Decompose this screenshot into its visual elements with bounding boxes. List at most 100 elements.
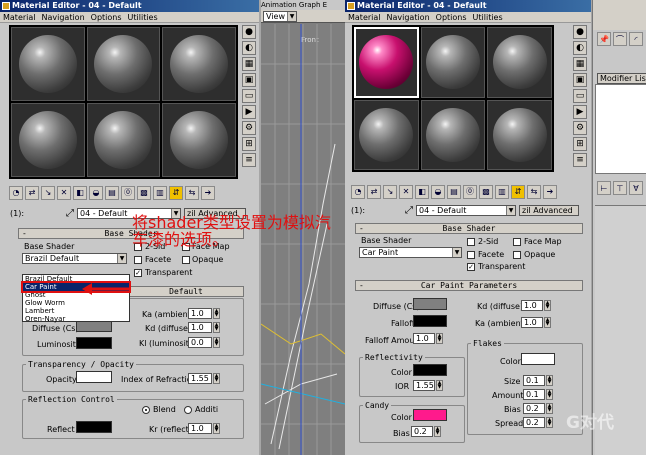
material-name-field[interactable]: 04 - Default ▼ <box>416 204 517 216</box>
sample-slot[interactable] <box>11 103 85 177</box>
get-material-icon[interactable]: ◔ <box>351 184 365 199</box>
go-sibling-icon[interactable]: ⇆ <box>185 185 199 200</box>
sample-slot[interactable] <box>86 103 161 177</box>
show-end-result-icon[interactable]: ▥ <box>153 185 167 200</box>
make-preview-icon[interactable]: ▶ <box>242 105 256 119</box>
kd-diffuse-input[interactable]: 1.0 <box>521 300 543 311</box>
sample-slot-active[interactable] <box>354 27 419 98</box>
kr-reflect-input[interactable]: 1.0 <box>188 423 212 434</box>
make-preview-icon[interactable]: ▶ <box>573 105 587 119</box>
kl-luminosity-input[interactable]: 0.0 <box>188 337 212 348</box>
spinner[interactable]: ▲ ▼ <box>546 389 553 400</box>
shader-type-button[interactable]: zil Advanced <box>519 204 580 216</box>
backlight-icon[interactable]: ◐ <box>573 41 587 55</box>
menu-options[interactable]: Options <box>433 12 470 22</box>
transparent-checkbox[interactable]: ✓ <box>134 269 142 277</box>
kd-diffuse-input[interactable]: 1.0 <box>188 322 212 333</box>
menu-utilities[interactable]: Utilities <box>125 12 161 22</box>
size-input[interactable]: 0.1 <box>523 375 545 386</box>
opacity-color-swatch[interactable] <box>76 371 112 383</box>
faceted-checkbox[interactable] <box>134 256 142 264</box>
spinner[interactable]: ▲ ▼ <box>213 322 220 333</box>
select-by-material-icon[interactable]: ⊞ <box>573 137 587 151</box>
sample-slot[interactable] <box>420 99 486 170</box>
car-paint-params-rollout[interactable]: - Car Paint Parameters <box>355 280 583 291</box>
base-shader-rollout[interactable]: - Base Shader <box>355 223 583 234</box>
go-sibling-icon[interactable]: ⇆ <box>527 184 541 199</box>
background-icon[interactable]: ▦ <box>242 57 256 71</box>
make-unique-icon[interactable]: ◒ <box>89 185 103 200</box>
sample-slot[interactable] <box>487 99 552 170</box>
menu-options[interactable]: Options <box>88 12 125 22</box>
spinner[interactable]: ▲ ▼ <box>213 423 220 434</box>
go-parent-icon[interactable]: ⇵ <box>511 184 525 199</box>
pick-material-icon[interactable]: ⤢ <box>405 205 413 216</box>
sample-type-icon[interactable]: ● <box>573 25 587 39</box>
spinner[interactable]: ▲ ▼ <box>546 417 553 428</box>
spinner[interactable]: ▲ ▼ <box>434 426 441 437</box>
modifier-list-select[interactable]: Modifier List <box>597 73 646 84</box>
ka-ambient-input[interactable]: 1.0 <box>188 308 212 319</box>
reflectivity-color-swatch[interactable] <box>413 364 447 376</box>
show-end-result-icon[interactable]: ▥ <box>495 184 509 199</box>
additive-radio[interactable] <box>184 406 192 414</box>
spinner[interactable]: ▲ ▼ <box>213 337 220 348</box>
dropdown-item[interactable]: Glow Worm <box>23 299 129 307</box>
menu-material[interactable]: Material <box>0 12 39 22</box>
put-to-scene-icon[interactable]: ⇄ <box>25 185 39 200</box>
options-icon[interactable]: ⚙ <box>242 121 256 135</box>
modify-icon[interactable]: ◜ <box>629 32 643 46</box>
make-unique-icon[interactable]: ∀ <box>629 181 643 195</box>
ior-input[interactable]: 1.55 <box>413 380 435 391</box>
two-sided-checkbox[interactable] <box>467 238 475 246</box>
sample-slot[interactable] <box>354 99 419 170</box>
faceted-checkbox[interactable] <box>467 251 475 259</box>
pick-material-icon[interactable]: ⤢ <box>66 208 74 219</box>
uv-tiling-icon[interactable]: ▣ <box>573 73 587 87</box>
put-to-library-icon[interactable]: ▤ <box>105 185 119 200</box>
dropdown-item[interactable]: Lambert <box>23 307 129 315</box>
falloff-color-swatch[interactable] <box>413 315 447 327</box>
sample-slot[interactable] <box>487 27 552 98</box>
reset-icon[interactable]: ✕ <box>57 185 71 200</box>
candy-bias-input[interactable]: 0.2 <box>411 426 433 437</box>
falloff-amount-input[interactable]: 1.0 <box>413 333 435 344</box>
options-icon[interactable]: ⚙ <box>573 121 587 135</box>
video-color-icon[interactable]: ▭ <box>242 89 256 103</box>
sample-slot[interactable] <box>86 27 161 101</box>
video-color-icon[interactable]: ▭ <box>573 89 587 103</box>
get-material-icon[interactable]: ◔ <box>9 185 23 200</box>
sample-slot[interactable] <box>162 103 236 177</box>
uv-tiling-icon[interactable]: ▣ <box>242 73 256 87</box>
assign-to-selection-icon[interactable]: ↘ <box>383 184 397 199</box>
diffuse-color-swatch[interactable] <box>413 298 447 310</box>
material-navigator-icon[interactable]: ≡ <box>573 153 587 167</box>
reset-icon[interactable]: ✕ <box>399 184 413 199</box>
base-shader-select[interactable]: Car Paint ▼ <box>359 247 462 258</box>
backlight-icon[interactable]: ◐ <box>242 41 256 55</box>
spinner[interactable]: ▲ ▼ <box>544 317 551 328</box>
blend-radio[interactable] <box>142 406 150 414</box>
menu-navigation[interactable]: Navigation <box>39 12 88 22</box>
spinner[interactable]: ▲ ▼ <box>544 300 551 311</box>
pin-icon[interactable]: 📌 <box>597 32 611 46</box>
candy-color-swatch[interactable] <box>413 409 447 421</box>
spinner[interactable]: ▲ ▼ <box>436 333 443 344</box>
flakes-color-swatch[interactable] <box>521 353 555 365</box>
flakes-bias-input[interactable]: 0.2 <box>523 403 545 414</box>
index-refraction-input[interactable]: 1.55 <box>188 373 212 384</box>
background-icon[interactable]: ▦ <box>573 57 587 71</box>
sample-slot[interactable] <box>420 27 486 98</box>
sample-slot[interactable] <box>11 27 85 101</box>
dropdown-item[interactable]: Oren-Nayar <box>23 315 129 323</box>
luminosity-color-swatch[interactable] <box>76 337 112 349</box>
show-map-icon[interactable]: ▩ <box>479 184 493 199</box>
show-end-result-icon[interactable]: ⊤ <box>613 181 627 195</box>
sample-type-icon[interactable]: ● <box>242 25 256 39</box>
material-effects-icon[interactable]: ⓪ <box>463 184 477 199</box>
sample-slot[interactable] <box>162 27 236 101</box>
ka-ambient-input[interactable]: 1.0 <box>521 317 543 328</box>
go-forward-icon[interactable]: ➔ <box>201 185 215 200</box>
create-icon[interactable]: ⌒ <box>613 32 627 46</box>
pin-stack-icon[interactable]: ⊢ <box>597 181 611 195</box>
